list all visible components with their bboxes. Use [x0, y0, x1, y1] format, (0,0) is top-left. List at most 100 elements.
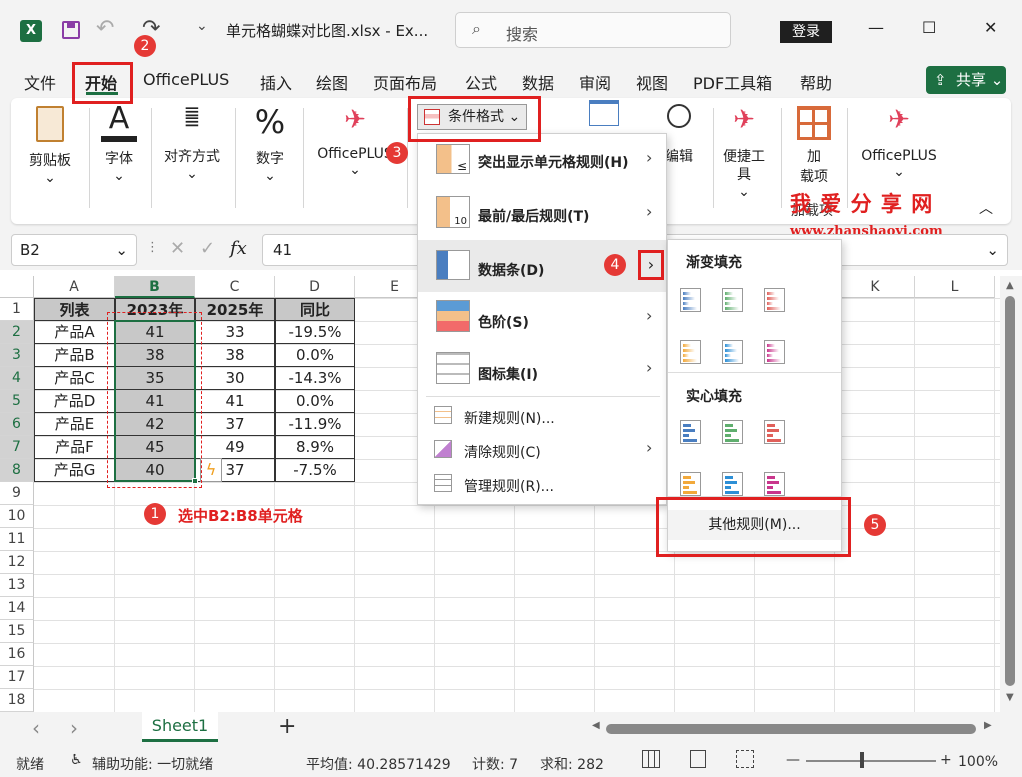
solid-databar-option-icon[interactable] [722, 472, 743, 496]
row-header[interactable]: 12 [0, 551, 34, 574]
row-header[interactable]: 5 [0, 390, 34, 413]
solid-databar-option-icon[interactable] [680, 420, 701, 444]
row-header[interactable]: 18 [0, 689, 34, 712]
row-header[interactable]: 6 [0, 413, 34, 436]
column-header-d[interactable]: D [275, 276, 355, 298]
insert-function-icon[interactable]: fx [230, 238, 247, 259]
row-header[interactable]: 16 [0, 643, 34, 666]
close-button[interactable]: ✕ [984, 18, 997, 37]
solid-databar-option-icon[interactable] [722, 420, 743, 444]
clipboard-group[interactable]: 剪贴板 ⌄ [25, 106, 75, 186]
ribbon-collapse-icon[interactable]: ︿ [979, 198, 993, 218]
zoom-slider-thumb[interactable] [860, 752, 864, 768]
table-cell[interactable]: 产品C [34, 367, 115, 390]
row-header[interactable]: 1 [0, 298, 34, 321]
row-header[interactable]: 10 [0, 505, 34, 528]
tab-help[interactable]: 帮助 [800, 70, 832, 94]
officeplus2-button[interactable]: ✈ OfficePLUS ⌄ [857, 104, 941, 180]
officeplus-button[interactable]: ✈ OfficePLUS ⌄ [313, 104, 397, 178]
zoom-out-icon[interactable]: — [786, 752, 800, 768]
column-header-c[interactable]: C [195, 276, 275, 298]
row-header[interactable]: 11 [0, 528, 34, 551]
table-cell[interactable]: 37 [195, 413, 275, 436]
share-button[interactable]: ⇪ 共享 ⌄ [926, 66, 1006, 94]
gradient-databar-option-icon[interactable] [764, 288, 785, 312]
gradient-databar-option-icon[interactable] [722, 340, 743, 364]
table-cell[interactable]: 38 [195, 344, 275, 367]
tab-draw[interactable]: 绘图 [316, 70, 348, 94]
tab-file[interactable]: 文件 [24, 70, 56, 94]
solid-databar-option-icon[interactable] [764, 420, 785, 444]
table-cell[interactable]: -7.5% [275, 459, 355, 482]
horizontal-scrollbar[interactable] [606, 724, 976, 734]
minimize-button[interactable]: — [868, 18, 884, 37]
column-header-a[interactable]: A [34, 276, 115, 298]
row-header[interactable]: 7 [0, 436, 34, 459]
row-header[interactable]: 2 [0, 321, 34, 344]
zoom-in-icon[interactable]: + [940, 752, 952, 768]
table-cell[interactable]: -19.5% [275, 321, 355, 344]
scroll-up-icon[interactable]: ▲ [1006, 280, 1014, 291]
solid-databar-option-icon[interactable] [764, 472, 785, 496]
hscroll-right-icon[interactable]: ▶ [984, 720, 992, 731]
column-header-b[interactable]: B [115, 276, 195, 298]
menu-item-new-rule[interactable]: 新建规则(N)... [418, 400, 666, 434]
font-group[interactable]: A 字体 ⌄ [97, 102, 141, 184]
menu-item-data-bars[interactable]: 数据条(D) › [418, 240, 666, 292]
enter-icon[interactable]: ✓ [200, 238, 215, 259]
column-header-l[interactable]: L [915, 276, 995, 298]
row-header[interactable]: 14 [0, 597, 34, 620]
row-header[interactable]: 4 [0, 367, 34, 390]
table-cell[interactable]: 产品A [34, 321, 115, 344]
accessibility-status[interactable]: 辅助功能: 一切就绪 [92, 754, 213, 774]
table-cell[interactable]: 49 [195, 436, 275, 459]
tab-pdf-tools[interactable]: PDF工具箱 [693, 70, 772, 94]
table-cell[interactable]: 41 [195, 390, 275, 413]
sheet-prev-icon[interactable]: ‹ [32, 716, 40, 740]
number-group[interactable]: % 数字 ⌄ [247, 102, 293, 184]
cancel-icon[interactable]: ✕ [170, 238, 185, 259]
tab-formulas[interactable]: 公式 [465, 70, 497, 94]
name-box[interactable]: B2 ⌄ [11, 234, 137, 266]
maximize-button[interactable]: ☐ [922, 18, 936, 37]
sheet-tab-sheet1[interactable]: Sheet1 [142, 712, 218, 742]
expand-formula-icon[interactable]: ⌄ [986, 235, 999, 265]
row-header[interactable]: 8 [0, 459, 34, 482]
data-bars-arrow-box[interactable]: › [638, 250, 664, 280]
gradient-databar-option-icon[interactable] [680, 288, 701, 312]
edit-label[interactable]: 编辑 [665, 146, 693, 166]
sheet-next-icon[interactable]: › [70, 716, 78, 740]
menu-item-icon-sets[interactable]: 图标集(I) › [418, 344, 666, 396]
solid-databar-option-icon[interactable] [680, 472, 701, 496]
table-cell[interactable]: 产品D [34, 390, 115, 413]
table-cell[interactable]: 产品G [34, 459, 115, 482]
gradient-databar-option-icon[interactable] [680, 340, 701, 364]
row-header[interactable]: 3 [0, 344, 34, 367]
table-header[interactable]: 列表 [34, 298, 115, 321]
add-sheet-button[interactable]: + [278, 714, 296, 739]
menu-item-clear-rules[interactable]: 清除规则(C) › [418, 434, 666, 468]
scroll-thumb[interactable] [1005, 296, 1015, 686]
zoom-level[interactable]: 100% [958, 754, 998, 770]
row-header[interactable]: 15 [0, 620, 34, 643]
table-header[interactable]: 2025年 [195, 298, 275, 321]
row-header[interactable]: 9 [0, 482, 34, 505]
qat-more-icon[interactable]: ⌄ [196, 18, 208, 34]
column-header-k[interactable]: K [835, 276, 915, 298]
page-layout-view-icon[interactable] [690, 750, 706, 768]
tab-insert[interactable]: 插入 [260, 70, 292, 94]
addins-button[interactable]: 加 载项 [791, 106, 837, 186]
zoom-slider[interactable] [806, 760, 936, 762]
undo-icon[interactable]: ↶ [96, 16, 114, 41]
tab-data[interactable]: 数据 [522, 70, 554, 94]
table-cell[interactable]: 8.9% [275, 436, 355, 459]
normal-view-icon[interactable] [642, 750, 660, 768]
tab-page-layout[interactable]: 页面布局 [373, 70, 437, 94]
table-cell[interactable]: 0.0% [275, 344, 355, 367]
row-header[interactable]: 13 [0, 574, 34, 597]
tab-review[interactable]: 审阅 [579, 70, 611, 94]
table-cell[interactable]: -11.9% [275, 413, 355, 436]
vertical-scrollbar[interactable]: ▲ ▼ [1000, 276, 1022, 712]
alignment-group[interactable]: ≡ ≡ 对齐方式 ⌄ [159, 101, 225, 182]
table-cell[interactable]: 30 [195, 367, 275, 390]
